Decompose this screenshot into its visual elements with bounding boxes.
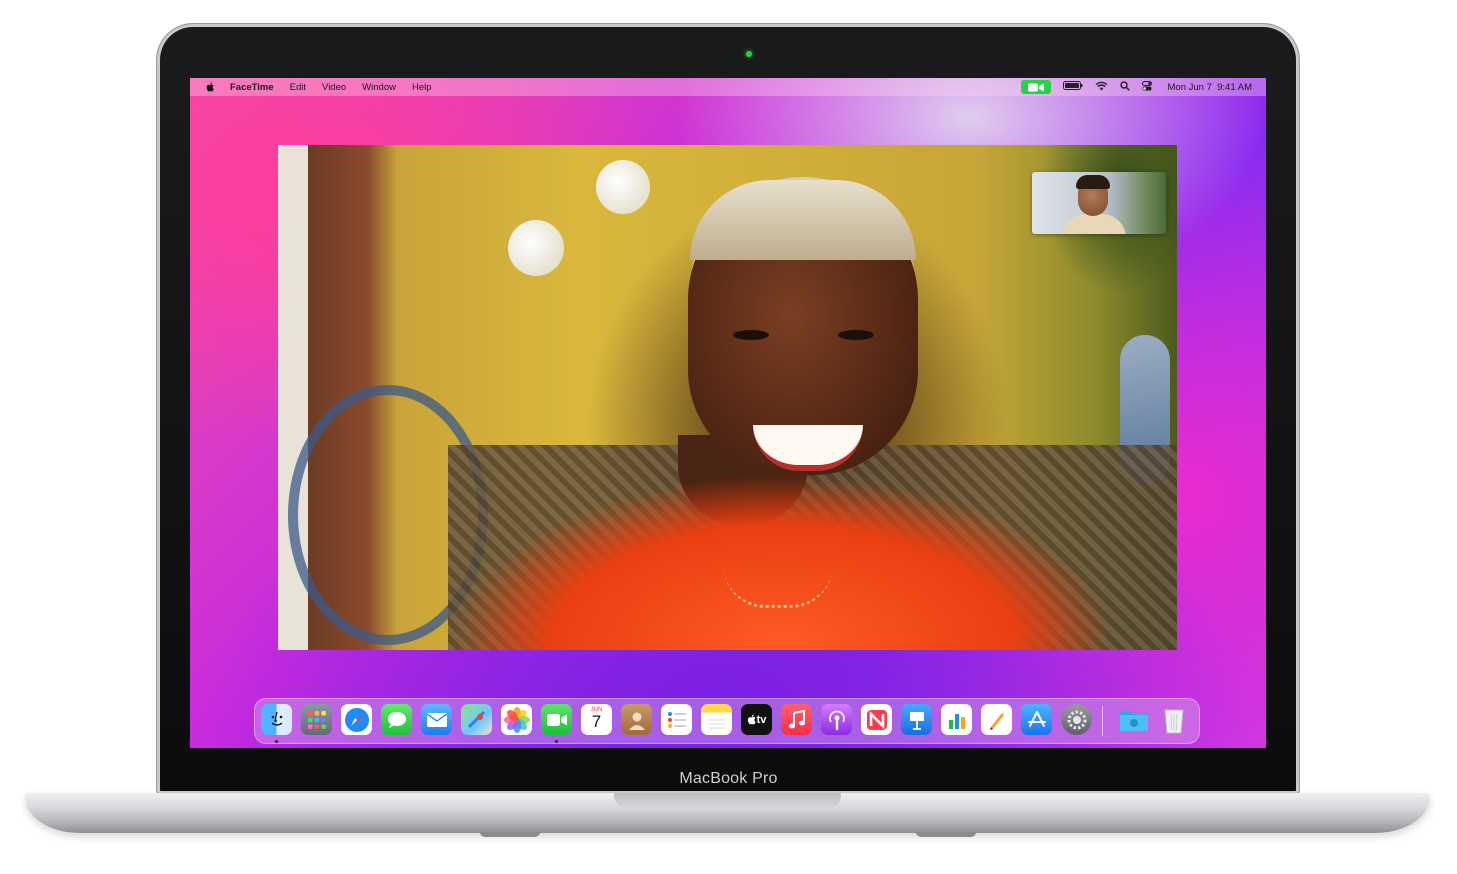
pages-icon[interactable] [981,704,1012,735]
notes-icon[interactable] [701,704,732,735]
app-store-icon[interactable] [1021,704,1052,735]
self-view-thumbnail[interactable] [1032,172,1166,234]
video-camera-icon[interactable] [1020,80,1051,94]
background-lamp [596,160,650,214]
self-view-hair [1076,175,1110,189]
apple-tv-icon[interactable]: tv [741,704,772,735]
trash-icon[interactable] [1158,704,1189,735]
menu-edit[interactable]: Edit [290,82,306,93]
podcasts-icon[interactable] [821,704,852,735]
self-view-body [1062,214,1126,234]
camera-indicator [746,51,752,57]
wifi-icon[interactable] [1095,81,1108,94]
contacts-icon[interactable] [621,704,652,735]
news-icon[interactable] [861,704,892,735]
calendar-day: 7 [591,712,602,731]
menu-facetime[interactable]: FaceTime [230,82,274,93]
system-preferences-icon[interactable] [1061,704,1092,735]
launchpad-icon[interactable] [301,704,332,735]
lid-opening-notch [614,793,841,809]
laptop-foot [916,832,976,837]
numbers-icon[interactable] [941,704,972,735]
apple-logo-icon[interactable] [205,82,215,92]
menu-video[interactable]: Video [322,82,346,93]
menu-bar-status: Mon Jun 7 9:41 AM [1020,78,1253,96]
running-indicator [275,740,278,743]
dock: JUN 7 tv [254,698,1200,744]
menu-help[interactable]: Help [412,82,432,93]
background-lamp [508,220,564,276]
calendar-icon[interactable]: JUN 7 [581,704,612,735]
keynote-icon[interactable] [901,704,932,735]
apple-tv-label: tv [756,713,767,726]
caller-eye [733,330,769,340]
safari-icon[interactable] [341,704,372,735]
menu-window[interactable]: Window [362,82,396,93]
menu-bar: FaceTime Edit Video Window Help Mon Jun … [190,78,1266,96]
messages-icon[interactable] [381,704,412,735]
battery-icon[interactable] [1062,81,1083,93]
mail-icon[interactable] [421,704,452,735]
menu-bar-clock[interactable]: Mon Jun 7 9:41 AM [1168,82,1253,93]
music-icon[interactable] [781,704,812,735]
photos-icon[interactable] [501,704,532,735]
caller-hair [690,180,916,260]
maps-icon[interactable] [461,704,492,735]
device-label: MacBook Pro [679,770,778,787]
laptop-foot [480,832,540,837]
running-indicator [555,740,558,743]
finder-icon[interactable] [261,704,292,735]
reminders-icon[interactable] [661,704,692,735]
search-icon[interactable] [1119,80,1130,94]
downloads-folder-icon[interactable] [1118,704,1149,735]
screen: FaceTime Edit Video Window Help Mon Jun … [190,78,1266,748]
facetime-icon[interactable] [541,704,572,735]
dock-separator [1102,706,1103,736]
control-center-icon[interactable] [1141,80,1156,94]
caller-eye [838,330,874,340]
caller-shirt [458,475,1108,650]
facetime-video-window[interactable] [278,145,1177,650]
